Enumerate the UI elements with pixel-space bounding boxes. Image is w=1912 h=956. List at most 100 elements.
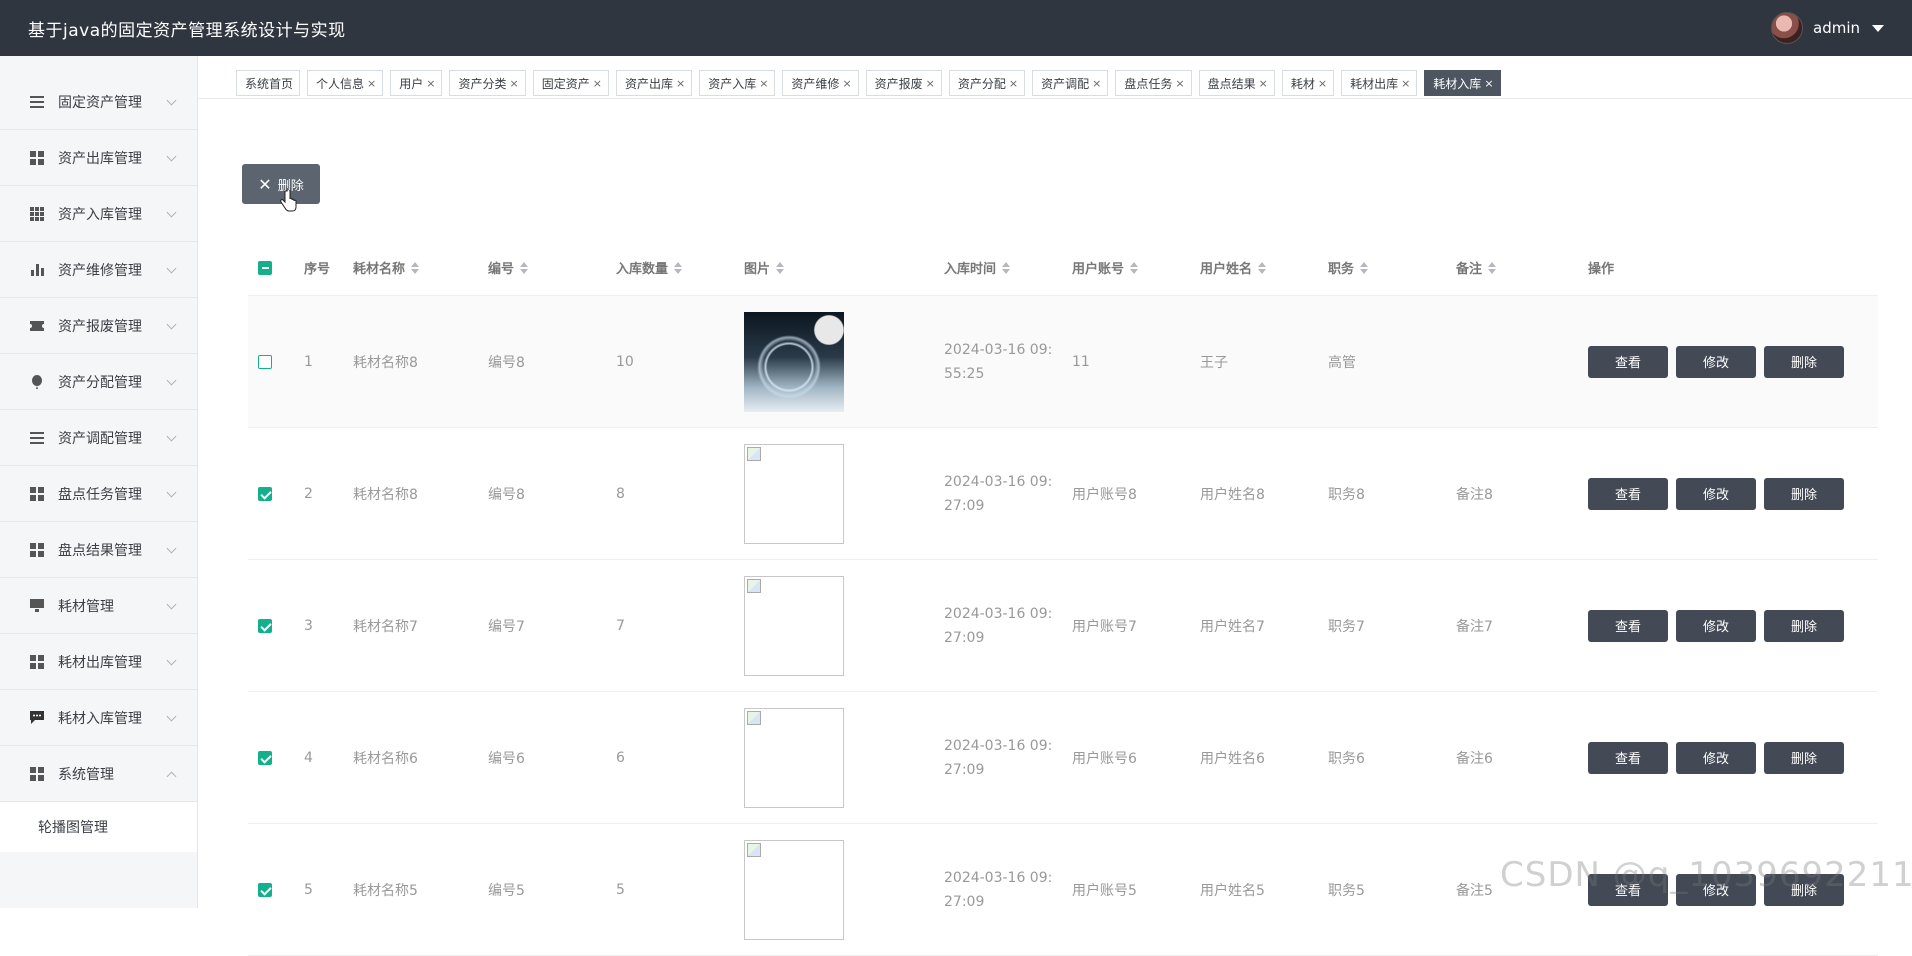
- tab-item[interactable]: 资产报废 ×: [865, 70, 942, 96]
- sort-icon[interactable]: [411, 261, 420, 274]
- tab-item[interactable]: 耗材 ×: [1281, 70, 1335, 96]
- edit-button[interactable]: 修改: [1676, 345, 1756, 378]
- sort-icon[interactable]: [776, 261, 785, 274]
- sidebar-item[interactable]: 固定资产管理: [0, 74, 197, 130]
- close-icon[interactable]: ×: [1484, 77, 1493, 90]
- sidebar-item[interactable]: 盘点任务管理: [0, 466, 197, 522]
- sidebar-item[interactable]: 耗材入库管理: [0, 690, 197, 746]
- sort-icon[interactable]: [1258, 261, 1267, 274]
- row-image[interactable]: [744, 707, 844, 808]
- tab-item[interactable]: 固定资产 ×: [532, 70, 609, 96]
- sidebar-item[interactable]: 资产调配管理: [0, 410, 197, 466]
- chevron-down-icon: [166, 151, 177, 162]
- tab-label: 资产分配: [957, 76, 1006, 91]
- row-image[interactable]: [744, 839, 844, 940]
- view-button[interactable]: 查看: [1588, 477, 1668, 510]
- username[interactable]: admin: [1813, 19, 1860, 37]
- delete-button[interactable]: 删除: [1764, 609, 1844, 642]
- sidebar-item[interactable]: 系统管理: [0, 746, 197, 802]
- close-icon[interactable]: ×: [926, 77, 935, 90]
- delete-button[interactable]: 删除: [1764, 741, 1844, 774]
- sort-account-header[interactable]: 用户账号: [1072, 258, 1200, 277]
- sort-qty-header[interactable]: 入库数量: [616, 258, 744, 277]
- row-checkbox[interactable]: [258, 486, 272, 501]
- close-icon[interactable]: ×: [367, 77, 376, 90]
- sidebar-item[interactable]: 资产报废管理: [0, 298, 197, 354]
- sort-time-header[interactable]: 入库时间: [944, 258, 1072, 277]
- row-account: 11: [1072, 353, 1090, 370]
- sort-image-header[interactable]: 图片: [744, 258, 944, 277]
- tab-label: 盘点任务: [1124, 76, 1173, 91]
- row-checkbox[interactable]: [258, 618, 272, 633]
- sidebar-item[interactable]: 资产维修管理: [0, 242, 197, 298]
- edit-button[interactable]: 修改: [1676, 477, 1756, 510]
- tab-item[interactable]: 耗材出库 ×: [1341, 70, 1418, 96]
- sort-position-header[interactable]: 职务: [1328, 258, 1456, 277]
- monitor-icon: [30, 599, 44, 613]
- sort-icon[interactable]: [1130, 261, 1139, 274]
- tab-item[interactable]: 用户 ×: [390, 70, 443, 96]
- sidebar-item[interactable]: 资产分配管理: [0, 354, 197, 410]
- close-icon[interactable]: ×: [1259, 77, 1268, 90]
- tab-item[interactable]: 盘点结果 ×: [1198, 70, 1275, 96]
- caret-down-icon[interactable]: [1872, 24, 1884, 32]
- row-username: 用户姓名6: [1200, 750, 1265, 767]
- row-checkbox[interactable]: [258, 882, 272, 897]
- row-image[interactable]: [744, 575, 844, 676]
- close-icon[interactable]: ×: [1009, 77, 1018, 90]
- tab-item[interactable]: 资产分配 ×: [948, 70, 1026, 96]
- sort-icon[interactable]: [520, 261, 529, 274]
- close-icon[interactable]: ×: [426, 77, 435, 90]
- tab-item[interactable]: 系统首页: [236, 70, 301, 96]
- tab-label: 资产出库: [624, 76, 673, 91]
- view-button[interactable]: 查看: [1588, 345, 1668, 378]
- edit-button[interactable]: 修改: [1676, 741, 1756, 774]
- close-icon[interactable]: ×: [1175, 77, 1184, 90]
- tab-item[interactable]: 资产维修 ×: [782, 70, 859, 96]
- sort-name-header[interactable]: 耗材名称: [353, 258, 488, 277]
- row-image[interactable]: [744, 443, 844, 544]
- close-icon[interactable]: ×: [759, 77, 768, 90]
- tab-item[interactable]: 资产调配 ×: [1032, 70, 1109, 96]
- row-checkbox[interactable]: [258, 750, 272, 765]
- tab-item[interactable]: 资产出库 ×: [615, 70, 693, 96]
- close-icon[interactable]: ×: [593, 77, 602, 90]
- close-icon[interactable]: ×: [1318, 77, 1327, 90]
- sidebar-subitem-carousel[interactable]: 轮播图管理: [0, 802, 197, 852]
- avatar[interactable]: [1771, 12, 1803, 44]
- user-menu[interactable]: admin: [1771, 12, 1884, 44]
- close-icon[interactable]: ×: [1092, 77, 1101, 90]
- sort-icon[interactable]: [1360, 261, 1369, 274]
- view-button[interactable]: 查看: [1588, 741, 1668, 774]
- tab-item[interactable]: 个人信息 ×: [307, 70, 384, 96]
- row-checkbox[interactable]: [258, 354, 272, 369]
- select-all-checkbox[interactable]: [258, 260, 272, 275]
- close-icon[interactable]: ×: [842, 77, 851, 90]
- view-button[interactable]: 查看: [1588, 609, 1668, 642]
- sidebar-item-label: 资产维修管理: [58, 262, 142, 279]
- tab-item[interactable]: 盘点任务 ×: [1115, 70, 1192, 96]
- sort-code-header[interactable]: 编号: [488, 258, 616, 277]
- sort-icon[interactable]: [1002, 261, 1011, 274]
- edit-button[interactable]: 修改: [1676, 609, 1756, 642]
- delete-button[interactable]: 删除: [1764, 477, 1844, 510]
- sidebar-item[interactable]: 资产入库管理: [0, 186, 197, 242]
- tab-item[interactable]: 耗材入库 ×: [1424, 70, 1501, 96]
- chevron-down-icon: [166, 207, 177, 218]
- sidebar-item[interactable]: 资产出库管理: [0, 130, 197, 186]
- tab-item[interactable]: 资产分类 ×: [449, 70, 526, 96]
- row-time-date: 2024-03-16 09:: [944, 341, 1053, 358]
- tab-item[interactable]: 资产入库 ×: [699, 70, 776, 96]
- row-image[interactable]: [744, 311, 844, 412]
- delete-button[interactable]: 删除: [1764, 345, 1844, 378]
- close-icon[interactable]: ×: [676, 77, 685, 90]
- sort-note-header[interactable]: 备注: [1456, 258, 1584, 277]
- sidebar-item[interactable]: 耗材出库管理: [0, 634, 197, 690]
- sort-icon[interactable]: [674, 261, 683, 274]
- sort-icon[interactable]: [1488, 261, 1497, 274]
- sort-username-header[interactable]: 用户姓名: [1200, 258, 1328, 277]
- close-icon[interactable]: ×: [1401, 77, 1410, 90]
- close-icon[interactable]: ×: [510, 77, 519, 90]
- sidebar-item[interactable]: 盘点结果管理: [0, 522, 197, 578]
- sidebar-item[interactable]: 耗材管理: [0, 578, 197, 634]
